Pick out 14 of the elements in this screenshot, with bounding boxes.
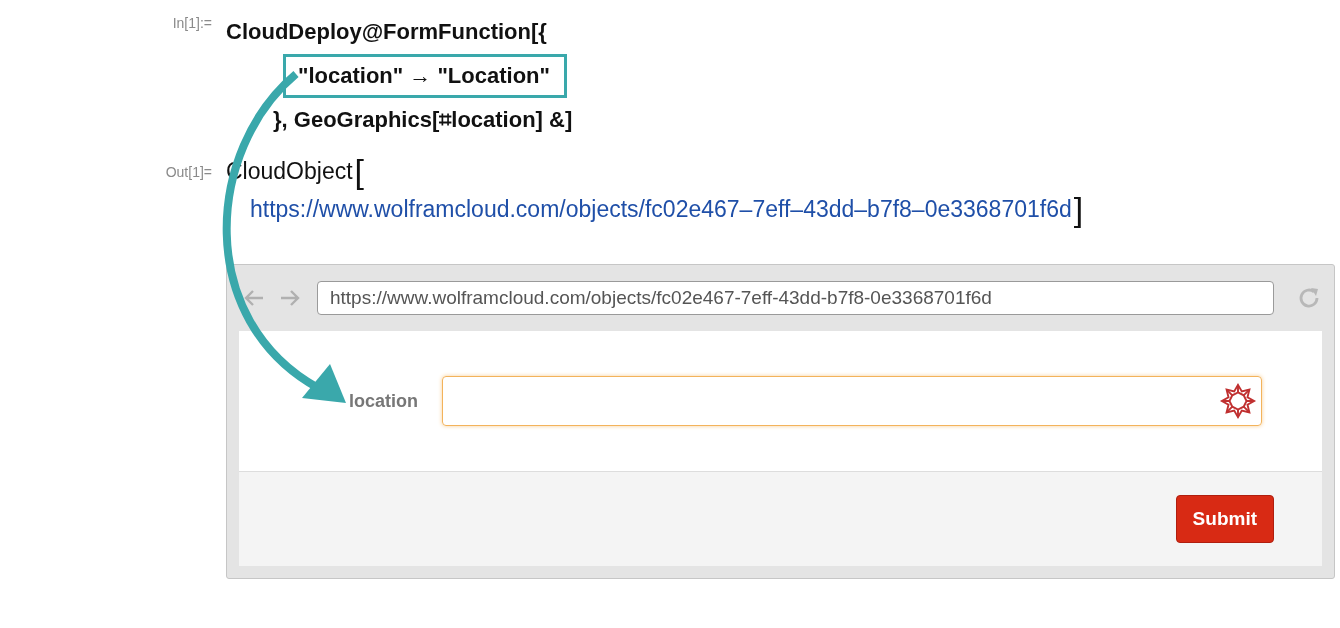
cell-label: Out[1]= xyxy=(164,163,213,182)
back-icon[interactable] xyxy=(243,288,265,308)
bracket: ] xyxy=(1073,192,1084,226)
address-bar[interactable]: https://www.wolframcloud.com/objects/fc02e467-7eff-43dd-b7f8-0e3368701f6d xyxy=(317,281,1274,315)
spikey-icon xyxy=(1219,382,1257,420)
cell-label: In[1]:= xyxy=(171,14,213,33)
code-line: CloudDeploy@FormFunction[{ xyxy=(226,19,547,45)
cloud-object-link[interactable]: https://www.wolframcloud.com/objects/fc02e467–7eff–43dd–b7f8–0e3368701f6d xyxy=(250,195,1072,223)
forward-icon[interactable] xyxy=(279,288,301,308)
location-field[interactable] xyxy=(442,376,1262,426)
submit-button[interactable]: Submit xyxy=(1175,495,1274,543)
bracket: [ xyxy=(354,154,365,188)
code-line: }, GeoGraphics[⌗location] &] xyxy=(273,107,573,133)
field-label: location xyxy=(349,390,418,412)
